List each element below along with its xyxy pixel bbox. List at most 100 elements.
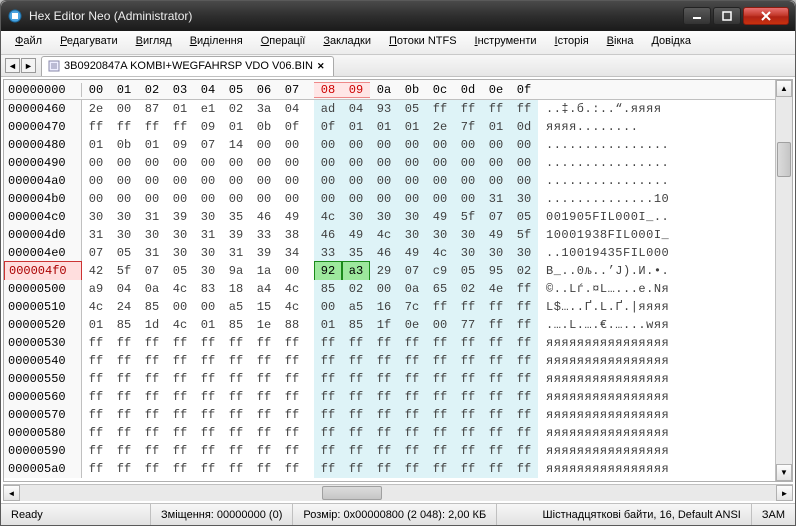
hex-byte[interactable]: 49 — [426, 208, 454, 226]
hex-byte[interactable]: 00 — [250, 136, 278, 154]
hex-byte[interactable]: ff — [222, 352, 250, 370]
column-header[interactable]: 0a — [370, 83, 398, 97]
hex-byte[interactable]: 00 — [166, 190, 194, 208]
ascii-cell[interactable]: B_..0љ..’Ј).И.•. — [538, 262, 775, 280]
hex-byte[interactable]: ff — [426, 298, 454, 316]
hex-byte[interactable]: 07 — [194, 136, 222, 154]
hex-byte[interactable]: 02 — [510, 262, 538, 280]
hex-byte[interactable]: ff — [82, 352, 110, 370]
hex-byte[interactable]: ff — [138, 460, 166, 478]
hex-byte[interactable]: a3 — [342, 261, 370, 281]
hex-row[interactable]: 0000052001851d4c01851e8801851f0e0077ffff… — [4, 316, 775, 334]
hex-byte[interactable]: ff — [398, 460, 426, 478]
hex-byte[interactable]: ff — [510, 316, 538, 334]
hex-byte[interactable]: ff — [426, 424, 454, 442]
hex-byte[interactable]: ff — [342, 424, 370, 442]
tab-prev-button[interactable]: ◄ — [5, 58, 20, 73]
hex-byte[interactable]: 0f — [314, 118, 342, 136]
hex-byte[interactable]: ff — [194, 334, 222, 352]
hex-byte[interactable]: ff — [138, 424, 166, 442]
hex-byte[interactable]: 31 — [82, 226, 110, 244]
hex-byte[interactable]: 85 — [314, 280, 342, 298]
hex-byte[interactable]: ff — [370, 370, 398, 388]
hex-byte[interactable]: ff — [166, 370, 194, 388]
hex-byte[interactable]: ff — [342, 334, 370, 352]
hex-byte[interactable]: ff — [454, 406, 482, 424]
hex-byte[interactable]: 87 — [138, 100, 166, 118]
hex-byte[interactable]: 00 — [138, 172, 166, 190]
hex-byte[interactable]: 05 — [110, 244, 138, 262]
hex-byte[interactable]: c9 — [426, 262, 454, 280]
hex-byte[interactable]: 46 — [250, 208, 278, 226]
hex-byte[interactable]: ff — [314, 460, 342, 478]
hex-byte[interactable]: 01 — [166, 100, 194, 118]
hex-byte[interactable]: 29 — [370, 262, 398, 280]
hex-byte[interactable]: ff — [222, 442, 250, 460]
hex-byte[interactable]: 01 — [342, 118, 370, 136]
ascii-cell[interactable]: .….L.….€.…...wяя — [538, 316, 775, 334]
ascii-cell[interactable]: яяяя........ — [538, 118, 775, 136]
hex-byte[interactable]: ff — [510, 298, 538, 316]
hex-byte[interactable]: 05 — [166, 262, 194, 280]
hex-byte[interactable]: 00 — [82, 154, 110, 172]
hex-byte[interactable]: ff — [138, 370, 166, 388]
hex-byte[interactable]: ff — [482, 424, 510, 442]
column-header[interactable]: 0d — [454, 83, 482, 97]
hex-byte[interactable]: 00 — [250, 172, 278, 190]
hex-byte[interactable]: ff — [166, 118, 194, 136]
hex-byte[interactable]: 30 — [454, 226, 482, 244]
hex-byte[interactable]: ff — [250, 370, 278, 388]
row-address[interactable]: 00000540 — [4, 352, 82, 370]
hex-byte[interactable]: 00 — [370, 154, 398, 172]
menu-item[interactable]: Редагувати — [52, 31, 126, 54]
row-address[interactable]: 000004d0 — [4, 226, 82, 244]
hex-byte[interactable]: 0d — [510, 118, 538, 136]
hex-row[interactable]: 000005104c24850000a5154c00a5167cffffffff… — [4, 298, 775, 316]
hex-row[interactable]: 000004b000000000000000000000000000003130… — [4, 190, 775, 208]
hex-byte[interactable]: 39 — [222, 226, 250, 244]
column-header[interactable]: 0e — [482, 83, 510, 97]
hex-byte[interactable]: 00 — [426, 172, 454, 190]
ascii-cell[interactable]: яяяяяяяяяяяяяяяя — [538, 334, 775, 352]
maximize-button[interactable] — [713, 7, 741, 25]
hex-byte[interactable]: 00 — [370, 280, 398, 298]
hex-byte[interactable]: ff — [482, 406, 510, 424]
hex-byte[interactable]: ff — [426, 406, 454, 424]
hex-byte[interactable]: ff — [166, 334, 194, 352]
hex-byte[interactable]: ff — [482, 100, 510, 118]
hex-byte[interactable]: 30 — [454, 244, 482, 262]
hex-byte[interactable]: 00 — [342, 190, 370, 208]
hex-byte[interactable]: ff — [510, 100, 538, 118]
hex-byte[interactable]: 00 — [194, 154, 222, 172]
hex-byte[interactable]: a5 — [222, 298, 250, 316]
column-header[interactable]: 07 — [278, 83, 306, 97]
hex-byte[interactable]: 77 — [454, 316, 482, 334]
hex-byte[interactable]: ff — [454, 460, 482, 478]
hex-byte[interactable]: 1f — [370, 316, 398, 334]
hex-byte[interactable]: ff — [454, 298, 482, 316]
hex-byte[interactable]: ff — [110, 388, 138, 406]
hex-byte[interactable]: 00 — [510, 172, 538, 190]
hex-byte[interactable]: 00 — [166, 172, 194, 190]
hex-byte[interactable]: 16 — [370, 298, 398, 316]
hex-byte[interactable]: ff — [370, 424, 398, 442]
hex-byte[interactable]: 34 — [278, 244, 306, 262]
ascii-cell[interactable]: 10001938FIL000I_ — [538, 226, 775, 244]
hex-byte[interactable]: ff — [110, 118, 138, 136]
hex-byte[interactable]: 4e — [482, 280, 510, 298]
hex-byte[interactable]: a5 — [342, 298, 370, 316]
hex-byte[interactable]: 3a — [250, 100, 278, 118]
hex-byte[interactable]: ff — [138, 406, 166, 424]
menu-item[interactable]: Потоки NTFS — [381, 31, 465, 54]
row-address[interactable]: 00000570 — [4, 406, 82, 424]
hex-byte[interactable]: ff — [510, 460, 538, 478]
hex-byte[interactable]: 00 — [426, 316, 454, 334]
hex-byte[interactable]: 18 — [222, 280, 250, 298]
hex-byte[interactable]: ff — [510, 424, 538, 442]
hex-byte[interactable]: ff — [250, 406, 278, 424]
hex-row[interactable]: 00000590ffffffffffffffffffffffffffffffff… — [4, 442, 775, 460]
ascii-cell[interactable]: яяяяяяяяяяяяяяяя — [538, 352, 775, 370]
hex-byte[interactable]: 00 — [398, 172, 426, 190]
menu-item[interactable]: Вікна — [599, 31, 642, 54]
ascii-cell[interactable]: яяяяяяяяяяяяяяяя — [538, 388, 775, 406]
